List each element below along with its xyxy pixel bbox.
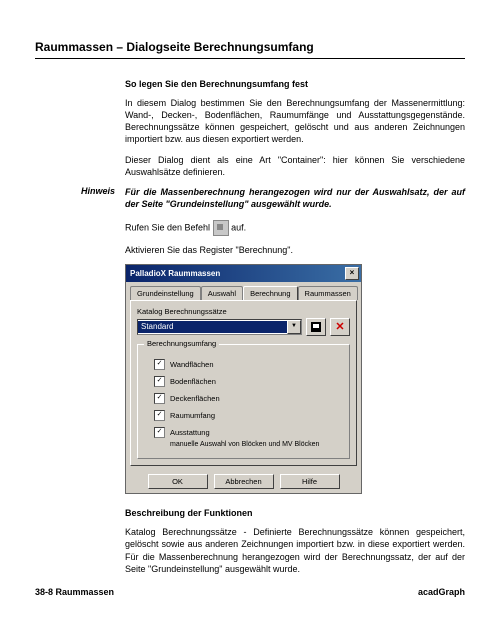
checkbox-icon[interactable]: ✓ <box>154 376 165 387</box>
para-functions: Katalog Berechnungssätze - Definierte Be… <box>125 526 465 575</box>
delete-button[interactable]: ✕ <box>330 318 350 336</box>
groupbox-scope: Berechnungsumfang ✓ Wandflächen ✓ Bodenf… <box>137 344 350 459</box>
ok-button[interactable]: OK <box>148 474 208 489</box>
check-ausst-label: Ausstattung <box>170 428 210 437</box>
para-intro: In diesem Dialog bestimmen Sie den Berec… <box>125 97 465 146</box>
check-wand[interactable]: ✓ Wandflächen <box>146 359 341 370</box>
dialog-window: PalladioX Raummassen × Grundeinstellung … <box>125 264 362 494</box>
tab-berechnung[interactable]: Berechnung <box>243 286 297 300</box>
heading-set-scope: So legen Sie den Berechnungsumfang fest <box>125 79 465 89</box>
titlebar-text: PalladioX Raummassen <box>130 269 345 278</box>
checkbox-icon[interactable]: ✓ <box>154 410 165 421</box>
hint-label: Hinweis <box>35 186 125 210</box>
para-container: Dieser Dialog dient als eine Art "Contai… <box>125 154 465 178</box>
check-ausstattung[interactable]: ✓ Ausstattung <box>146 427 341 438</box>
check-boden[interactable]: ✓ Bodenflächen <box>146 376 341 387</box>
tab-auswahl[interactable]: Auswahl <box>201 286 243 300</box>
line-call-command: Rufen Sie den Befehl auf. <box>125 220 465 236</box>
title-rule <box>35 58 465 59</box>
chevron-down-icon[interactable]: ▼ <box>287 320 301 334</box>
page-footer: 38-8 Raummassen acadGraph <box>35 587 465 597</box>
button-row: OK Abbrechen Hilfe <box>126 470 361 493</box>
hint-text: Für die Massenberechnung herangezogen wi… <box>125 186 465 210</box>
tab-raummassen[interactable]: Raummassen <box>298 286 358 300</box>
footer-right: acadGraph <box>418 587 465 597</box>
tab-content: Katalog Berechnungssätze Standard ▼ ✕ Be… <box>130 300 357 466</box>
line-call-b: auf. <box>229 223 247 233</box>
check-raum-label: Raumumfang <box>170 411 215 420</box>
footer-left: 38-8 Raummassen <box>35 587 114 597</box>
check-boden-label: Bodenflächen <box>170 377 216 386</box>
check-wand-label: Wandflächen <box>170 360 214 369</box>
check-decken[interactable]: ✓ Deckenflächen <box>146 393 341 404</box>
help-button[interactable]: Hilfe <box>280 474 340 489</box>
checkbox-icon[interactable]: ✓ <box>154 359 165 370</box>
catalog-selected: Standard <box>138 321 287 333</box>
line-call-a: Rufen Sie den Befehl <box>125 223 213 233</box>
save-button[interactable] <box>306 318 326 336</box>
check-raumumfang[interactable]: ✓ Raumumfang <box>146 410 341 421</box>
catalog-label: Katalog Berechnungssätze <box>137 307 350 316</box>
groupbox-legend: Berechnungsumfang <box>144 339 219 348</box>
page-title: Raummassen – Dialogseite Berechnungsumfa… <box>35 40 465 54</box>
heading-functions: Beschreibung der Funktionen <box>125 508 465 518</box>
line-activate-tab: Aktivieren Sie das Register "Berechnung"… <box>125 244 465 256</box>
catalog-dropdown[interactable]: Standard ▼ <box>137 319 302 335</box>
ausstattung-note: manuelle Auswahl von Blöcken und MV Blöc… <box>146 441 341 448</box>
command-icon <box>213 220 229 236</box>
titlebar: PalladioX Raummassen × <box>126 265 361 282</box>
close-icon[interactable]: × <box>345 267 359 280</box>
check-decken-label: Deckenflächen <box>170 394 220 403</box>
checkbox-icon[interactable]: ✓ <box>154 393 165 404</box>
tab-strip: Grundeinstellung Auswahl Berechnung Raum… <box>130 286 357 300</box>
save-icon <box>311 322 321 332</box>
tab-grundeinstellung[interactable]: Grundeinstellung <box>130 286 201 300</box>
delete-icon: ✕ <box>335 322 344 332</box>
checkbox-icon[interactable]: ✓ <box>154 427 165 438</box>
cancel-button[interactable]: Abbrechen <box>214 474 274 489</box>
